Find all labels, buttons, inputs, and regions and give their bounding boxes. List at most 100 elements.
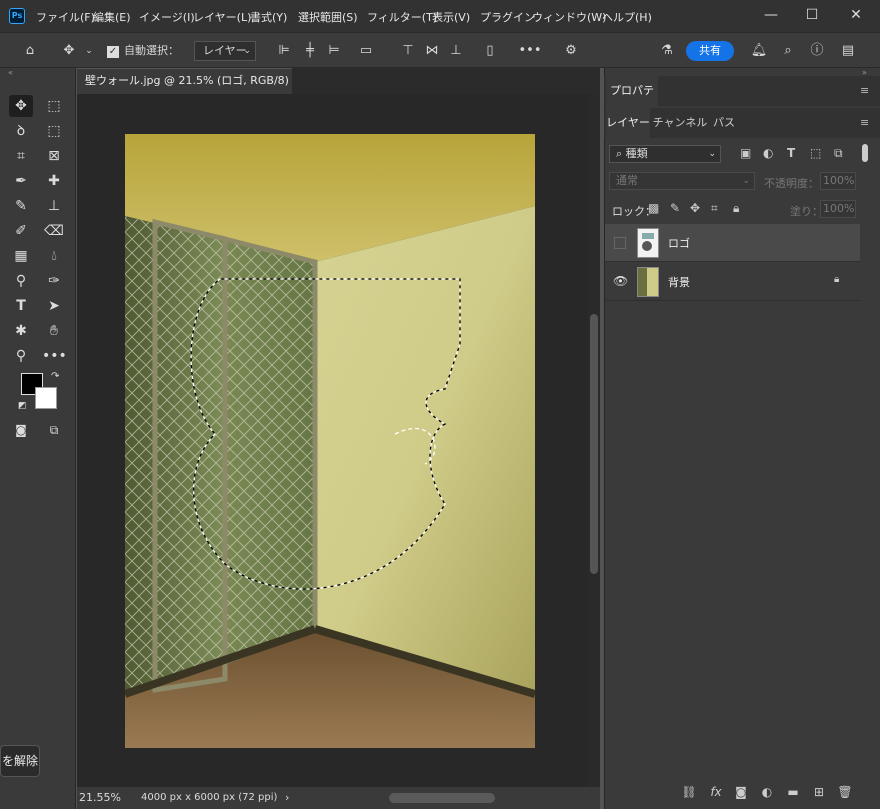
more-options-icon[interactable]: •••: [518, 33, 542, 69]
distribute-vertical-icon[interactable]: ▯: [480, 33, 500, 69]
gradient-tool-icon[interactable]: ▦: [9, 245, 33, 267]
menu-edit[interactable]: 編集(E): [93, 9, 131, 25]
lock-artboard-icon[interactable]: ⌗: [711, 201, 718, 216]
pen-tool-icon[interactable]: ✑: [42, 270, 66, 292]
vertical-scrollbar[interactable]: [588, 94, 600, 787]
share-button[interactable]: 共有: [686, 41, 734, 61]
tab-properties[interactable]: プロパティ: [606, 76, 658, 127]
workspace-icon[interactable]: ▤: [835, 33, 861, 69]
gear-icon[interactable]: ⚙: [560, 33, 582, 69]
eraser-tool-icon[interactable]: ⌫: [42, 220, 66, 242]
minimize-icon[interactable]: —: [756, 4, 786, 26]
menu-file[interactable]: ファイル(F): [36, 9, 95, 25]
align-top-icon[interactable]: ⊤: [398, 33, 418, 69]
fx-icon[interactable]: fx: [706, 782, 726, 802]
frame-tool-icon[interactable]: ⊠: [42, 145, 66, 167]
filter-toggle[interactable]: [862, 144, 868, 162]
auto-select-target-select[interactable]: レイヤー ⌄: [194, 41, 256, 61]
filter-pixel-icon[interactable]: ▣: [740, 146, 751, 160]
flask-icon[interactable]: ⚗: [656, 33, 678, 69]
tab-paths[interactable]: パス: [710, 108, 738, 138]
healing-brush-tool-icon[interactable]: ✚: [42, 170, 66, 192]
eyedropper-tool-icon[interactable]: ✒: [9, 170, 33, 192]
dodge-tool-icon[interactable]: ⚲: [9, 270, 33, 292]
align-middle-icon[interactable]: ⋈: [422, 33, 442, 69]
lasso-tool-icon[interactable]: ꝺ: [9, 120, 33, 142]
close-icon[interactable]: ✕: [841, 4, 871, 26]
home-icon[interactable]: ⌂: [18, 33, 42, 69]
type-tool-icon[interactable]: T: [9, 295, 33, 317]
menu-select[interactable]: 選択範囲(S): [298, 9, 358, 25]
visibility-toggle-off[interactable]: [614, 237, 626, 249]
tab-channels[interactable]: チャンネル: [652, 108, 708, 138]
menu-view[interactable]: 表示(V): [432, 9, 470, 25]
align-center-icon[interactable]: ╪: [300, 33, 320, 69]
hand-tool-icon[interactable]: ✋︎: [42, 320, 66, 342]
marquee-tool-icon[interactable]: ⬚: [42, 95, 66, 117]
screen-mode-icon[interactable]: ⧉: [42, 419, 66, 441]
scrollbar-thumb[interactable]: [590, 314, 598, 574]
tab-layers[interactable]: レイヤー: [606, 108, 650, 138]
history-brush-tool-icon[interactable]: ✐: [9, 220, 33, 242]
lock-position-icon[interactable]: ✥: [690, 201, 700, 215]
bell-icon[interactable]: 🔔︎: [748, 33, 770, 69]
filter-smart-object-icon[interactable]: ⧉: [834, 146, 843, 161]
fill-input[interactable]: 100%: [820, 200, 856, 218]
panel-menu-icon[interactable]: ≡: [860, 116, 869, 129]
panel-menu-icon[interactable]: ≡: [860, 84, 869, 97]
menu-layer[interactable]: レイヤー(L): [193, 9, 251, 25]
menu-filter[interactable]: フィルター(T): [367, 9, 437, 25]
blend-mode-select[interactable]: 通常 ⌄: [609, 172, 755, 190]
move-tool-icon[interactable]: ✥: [9, 95, 33, 117]
chevron-right-icon[interactable]: ›: [285, 791, 289, 804]
edit-toolbar-icon[interactable]: •••: [42, 345, 67, 367]
swap-colors-icon[interactable]: ↷: [51, 371, 59, 382]
filter-adjustment-icon[interactable]: ◐: [763, 146, 773, 160]
object-select-tool-icon[interactable]: ⬚: [42, 120, 66, 142]
link-layers-icon[interactable]: ⛓: [679, 782, 699, 802]
align-left-icon[interactable]: ⊫: [274, 33, 294, 69]
menu-help[interactable]: ヘルプ(H): [602, 9, 652, 25]
shape-tool-icon[interactable]: ✱: [9, 320, 33, 342]
filter-type-icon[interactable]: T: [787, 146, 795, 160]
align-bottom-icon[interactable]: ⊥: [446, 33, 466, 69]
photoshop-app-icon[interactable]: Ps: [9, 8, 25, 24]
background-color-swatch[interactable]: [35, 387, 57, 409]
document-canvas[interactable]: [125, 134, 535, 748]
collapse-chevron-icon[interactable]: «: [8, 68, 13, 77]
opacity-input[interactable]: 100%: [820, 172, 856, 190]
zoom-level[interactable]: 21.55%: [79, 791, 121, 804]
distribute-horizontal-icon[interactable]: ▭: [356, 33, 376, 69]
align-right-icon[interactable]: ⊨: [324, 33, 344, 69]
chevron-down-icon[interactable]: ⌄: [82, 33, 96, 69]
layer-filter-select[interactable]: ⌕ 種類 ⌄: [609, 145, 721, 163]
layer-row-logo[interactable]: ロゴ: [605, 224, 860, 262]
auto-select-checkbox[interactable]: ✓: [106, 33, 120, 69]
menu-image[interactable]: イメージ(I): [139, 9, 195, 25]
menu-plugins[interactable]: プラグイン: [480, 9, 535, 25]
layer-row-background[interactable]: 👁︎ 背景 🔒︎: [605, 263, 860, 301]
maximize-icon[interactable]: ☐: [797, 4, 827, 26]
adjustment-layer-icon[interactable]: ◐: [757, 782, 777, 802]
brush-tool-icon[interactable]: ✎: [9, 195, 33, 217]
help-icon[interactable]: ⓘ: [806, 33, 828, 69]
document-tab[interactable]: 壁ウォール.jpg @ 21.5% (ロゴ, RGB/8) * ×: [77, 68, 292, 111]
eye-icon[interactable]: 👁︎: [613, 274, 628, 288]
lock-transparency-icon[interactable]: ▩: [648, 201, 659, 215]
add-mask-icon[interactable]: ◙: [731, 782, 751, 802]
group-folder-icon[interactable]: ▬: [783, 782, 803, 802]
horizontal-scrollbar[interactable]: [389, 793, 495, 803]
search-icon[interactable]: ⌕: [777, 33, 799, 69]
filter-shape-icon[interactable]: ⬚: [810, 146, 821, 160]
path-select-tool-icon[interactable]: ➤: [42, 295, 66, 317]
menu-type[interactable]: 書式(Y): [250, 9, 287, 25]
clone-stamp-tool-icon[interactable]: ⊥: [42, 195, 66, 217]
blur-tool-icon[interactable]: 💧︎: [42, 245, 66, 267]
layer-name[interactable]: 背景: [668, 274, 690, 290]
zoom-tool-icon[interactable]: ⚲: [9, 345, 33, 367]
default-colors-icon[interactable]: ◩: [18, 401, 27, 411]
menu-window[interactable]: ウィンドウ(W): [532, 9, 606, 25]
layer-name[interactable]: ロゴ: [668, 235, 690, 251]
trash-icon[interactable]: 🗑︎: [835, 782, 855, 802]
lock-all-icon[interactable]: 🔒︎: [733, 201, 739, 216]
